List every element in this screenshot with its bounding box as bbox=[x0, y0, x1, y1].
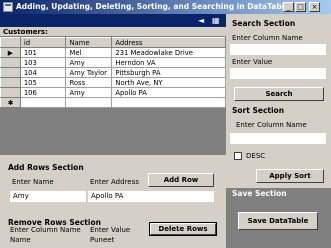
cell-id[interactable]: 104 bbox=[19, 67, 67, 78]
column-header-id[interactable]: id bbox=[19, 37, 67, 48]
search-value-input[interactable] bbox=[230, 68, 326, 79]
remove-column-input[interactable]: Name bbox=[8, 236, 84, 247]
cell-id[interactable]: 106 bbox=[19, 87, 67, 98]
cell-address[interactable]: Apollo PA bbox=[111, 87, 226, 98]
cell-name[interactable]: Mel bbox=[65, 47, 113, 58]
left-pane: ◄ ▦ Customers: id Name Address ▶ 101 Mel… bbox=[0, 14, 226, 248]
title-bar[interactable]: Adding, Updating, Deleting, Sorting, and… bbox=[0, 0, 331, 14]
close-button[interactable]: × bbox=[309, 2, 320, 12]
row-header-corner bbox=[0, 37, 21, 48]
name-input[interactable]: Amy bbox=[10, 191, 86, 202]
add-rows-title: Add Rows Section bbox=[8, 163, 84, 172]
search-value-label: Enter Value bbox=[232, 58, 273, 66]
desc-label: DESC bbox=[246, 152, 266, 160]
column-header-name[interactable]: Name bbox=[65, 37, 113, 48]
remove-value-input[interactable]: Puneet bbox=[88, 236, 148, 247]
cell-name[interactable]: Amy Taylor bbox=[65, 67, 113, 78]
row-header[interactable] bbox=[0, 87, 21, 98]
table-row[interactable]: 105 Ross North Ave, NY bbox=[0, 77, 226, 88]
table-row[interactable]: 106 Amy Apollo PA bbox=[0, 87, 226, 98]
cell-address[interactable]: North Ave, NY bbox=[111, 77, 226, 88]
delete-rows-button[interactable]: Delete Rows bbox=[149, 222, 217, 236]
table-row[interactable]: ▶ 101 Mel 231 Meadowlake Drive bbox=[0, 47, 226, 58]
sort-column-label: Enter Column Name bbox=[236, 121, 307, 129]
enter-address-label: Enter Address bbox=[90, 178, 139, 186]
app-icon bbox=[3, 2, 13, 12]
cell-id[interactable]: 103 bbox=[19, 57, 67, 68]
sort-column-input[interactable] bbox=[230, 133, 326, 144]
remove-column-label: Enter Column Name bbox=[10, 226, 81, 234]
cell-id[interactable]: 101 bbox=[19, 47, 67, 58]
save-datatable-button[interactable]: Save DataTable bbox=[238, 212, 318, 230]
row-header[interactable] bbox=[0, 77, 21, 88]
enter-name-label: Enter Name bbox=[12, 178, 54, 186]
table-icon[interactable]: ▦ bbox=[212, 15, 220, 26]
cell-address[interactable]: 231 Meadowlake Drive bbox=[111, 47, 226, 58]
row-header[interactable] bbox=[0, 67, 21, 78]
cell-name[interactable]: Amy bbox=[65, 87, 113, 98]
add-row-button[interactable]: Add Row bbox=[148, 173, 214, 187]
current-row-icon[interactable]: ▶ bbox=[0, 47, 21, 58]
customers-datagrid[interactable]: id Name Address ▶ 101 Mel 231 Meadowlake… bbox=[0, 37, 226, 155]
new-row[interactable]: ✱ bbox=[0, 97, 226, 108]
save-section: Save Section Save DataTable bbox=[226, 188, 331, 248]
remove-value-label: Enter Value bbox=[90, 226, 131, 234]
maximize-button[interactable]: □ bbox=[295, 2, 306, 12]
search-column-label: Enter Column Name bbox=[232, 34, 303, 42]
grid-caption: Customers: bbox=[0, 27, 226, 37]
search-section-title: Search Section bbox=[232, 19, 296, 28]
back-icon[interactable]: ◄ bbox=[198, 15, 204, 26]
cell-address[interactable]: Pittsburgh PA bbox=[111, 67, 226, 78]
customers-table: id Name Address ▶ 101 Mel 231 Meadowlake… bbox=[0, 37, 226, 108]
minimize-button[interactable]: _ bbox=[283, 2, 294, 12]
remove-rows-section: Remove Rows Section Enter Column Name En… bbox=[2, 214, 224, 248]
cell-address[interactable] bbox=[111, 97, 226, 108]
save-section-title: Save Section bbox=[232, 189, 287, 198]
search-button[interactable]: Search bbox=[234, 87, 324, 101]
new-row-icon[interactable]: ✱ bbox=[0, 97, 21, 108]
window-title: Adding, Updating, Deleting, Sorting, and… bbox=[16, 2, 290, 11]
search-column-input[interactable] bbox=[230, 44, 326, 55]
desc-checkbox[interactable] bbox=[234, 152, 242, 160]
main-window: Adding, Updating, Deleting, Sorting, and… bbox=[0, 0, 331, 248]
cell-address[interactable]: Herndon VA bbox=[111, 57, 226, 68]
cell-id[interactable] bbox=[19, 97, 67, 108]
table-header-row: id Name Address bbox=[0, 37, 226, 48]
add-rows-section: Add Rows Section Enter Name Enter Addres… bbox=[2, 155, 224, 205]
table-row[interactable]: 103 Amy Herndon VA bbox=[0, 57, 226, 68]
sort-section-title: Sort Section bbox=[232, 106, 285, 115]
cell-name[interactable]: Ross bbox=[65, 77, 113, 88]
column-header-address[interactable]: Address bbox=[111, 37, 226, 48]
address-input[interactable]: Apollo PA bbox=[88, 191, 214, 202]
cell-name[interactable] bbox=[65, 97, 113, 108]
datagrid-toolbar: ◄ ▦ bbox=[0, 14, 226, 27]
cell-name[interactable]: Amy bbox=[65, 57, 113, 68]
table-row[interactable]: 104 Amy Taylor Pittsburgh PA bbox=[0, 67, 226, 78]
apply-sort-button[interactable]: Apply Sort bbox=[256, 169, 324, 183]
cell-id[interactable]: 105 bbox=[19, 77, 67, 88]
row-header[interactable] bbox=[0, 57, 21, 68]
